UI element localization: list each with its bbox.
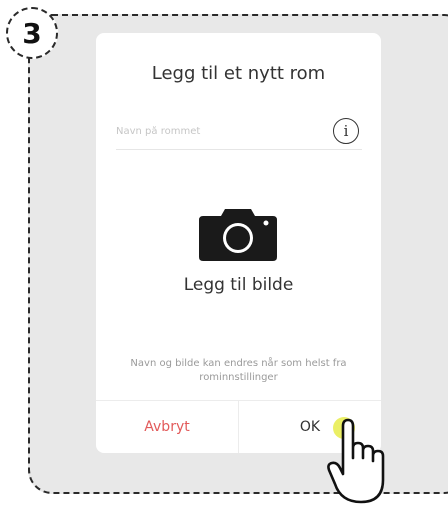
cancel-button[interactable]: Avbryt (96, 401, 239, 453)
step-badge: 3 (6, 7, 58, 59)
hand-pointer-icon (327, 418, 385, 504)
room-name-input[interactable] (116, 117, 326, 145)
hint-text: Navn og bilde kan endres når som helst f… (130, 358, 347, 383)
step-number: 3 (22, 16, 42, 50)
input-underline (116, 149, 362, 150)
camera-icon[interactable] (199, 205, 277, 261)
add-photo-label[interactable]: Legg til bilde (96, 275, 381, 295)
add-room-dialog: Legg til et nytt rom i Legg til bilde Na… (96, 33, 381, 453)
tutorial-stage: 3 Legg til et nytt rom i Legg til bilde … (0, 0, 448, 508)
info-icon[interactable]: i (333, 118, 359, 144)
dialog-title: Legg til et nytt rom (151, 63, 326, 84)
